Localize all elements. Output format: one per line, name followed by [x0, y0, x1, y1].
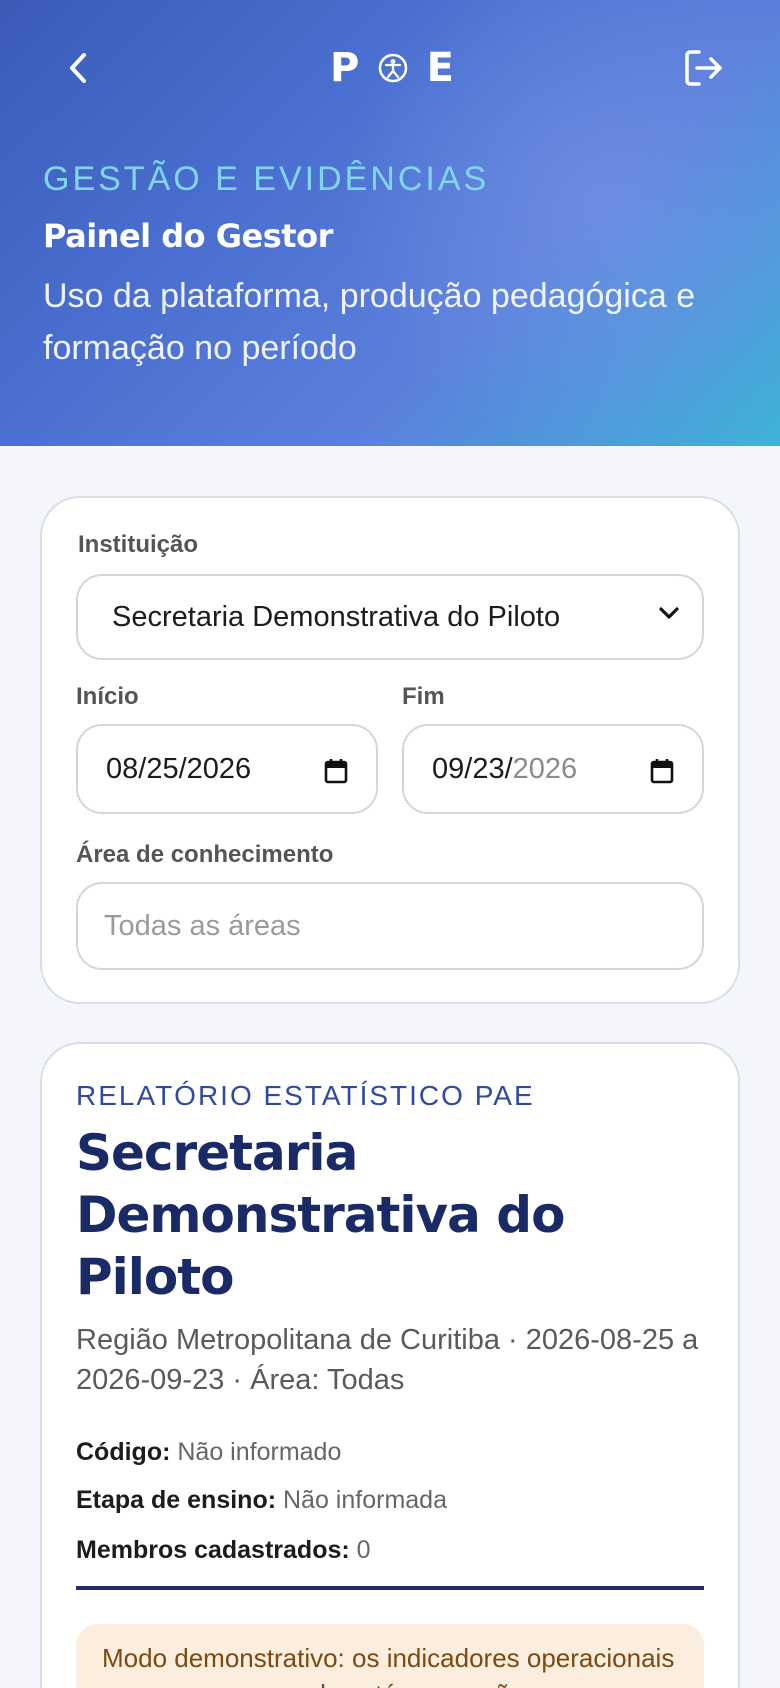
institution-label: Instituição	[78, 531, 199, 558]
report-members-value: 0	[356, 1536, 371, 1564]
logo-letter-p: P	[330, 45, 360, 91]
start-date-label: Início	[76, 683, 139, 710]
report-card: RELATÓRIO ESTATÍSTICO PAE Secretaria Dem…	[40, 1042, 740, 1688]
end-date-value-year: 2026	[512, 752, 578, 785]
accessibility-icon	[378, 53, 408, 83]
report-stage-label: Etapa de ensino:	[76, 1486, 277, 1514]
report-eyebrow: RELATÓRIO ESTATÍSTICO PAE	[76, 1080, 535, 1111]
app-logo: P E	[330, 42, 454, 94]
logout-button[interactable]	[680, 44, 728, 92]
report-meta: Região Metropolitana de Curitiba · 2026-…	[76, 1324, 699, 1396]
divider	[76, 1586, 704, 1590]
institution-selected-value: Secretaria Demonstrativa do Piloto	[112, 600, 561, 633]
report-title: Secretaria Demonstrativa do Piloto	[76, 1124, 565, 1306]
start-date-value: 08/25/2026	[106, 752, 252, 785]
back-button[interactable]	[56, 44, 100, 92]
page-subtitle: Uso da plataforma, produção pedagógica e…	[43, 277, 696, 367]
top-bar: P E	[0, 36, 780, 100]
report-code-value: Não informado	[177, 1438, 342, 1466]
calendar-icon[interactable]	[650, 758, 674, 784]
end-date-label: Fim	[402, 683, 445, 710]
chevron-down-icon	[659, 607, 679, 619]
chevron-left-icon	[70, 53, 86, 83]
hero-text: GESTÃO E EVIDÊNCIAS Painel do Gestor Uso…	[43, 154, 743, 374]
report-stage-value: Não informada	[283, 1486, 447, 1514]
report-code: Código: Não informado	[76, 1436, 341, 1468]
area-label: Área de conhecimento	[76, 841, 334, 868]
logout-icon	[685, 50, 722, 86]
report-code-label: Código:	[76, 1438, 171, 1466]
report-stage: Etapa de ensino: Não informada	[76, 1484, 447, 1516]
header-hero: P E GESTÃO E EVIDÊNCIAS Painel do Gestor…	[0, 0, 780, 446]
end-date-value: 09/23/2026	[432, 753, 577, 786]
institution-select[interactable]: Secretaria Demonstrativa do Piloto	[76, 574, 704, 660]
start-date-input[interactable]: 08/25/2026	[76, 724, 378, 814]
demo-notice: Modo demonstrativo: os indicadores opera…	[76, 1624, 704, 1688]
filters-card: Instituição Secretaria Demonstrativa do …	[40, 496, 740, 1004]
area-field[interactable]	[76, 882, 704, 970]
section-eyebrow: GESTÃO E EVIDÊNCIAS	[43, 160, 490, 198]
report-members: Membros cadastrados: 0	[76, 1534, 371, 1566]
area-input[interactable]	[104, 909, 694, 943]
end-date-value-main: 09/23/	[432, 752, 513, 785]
page-title: Painel do Gestor	[43, 217, 333, 255]
calendar-icon[interactable]	[324, 758, 348, 784]
end-date-input[interactable]: 09/23/2026	[402, 724, 704, 814]
report-members-label: Membros cadastrados:	[76, 1536, 350, 1564]
logo-letter-e: E	[426, 45, 454, 91]
